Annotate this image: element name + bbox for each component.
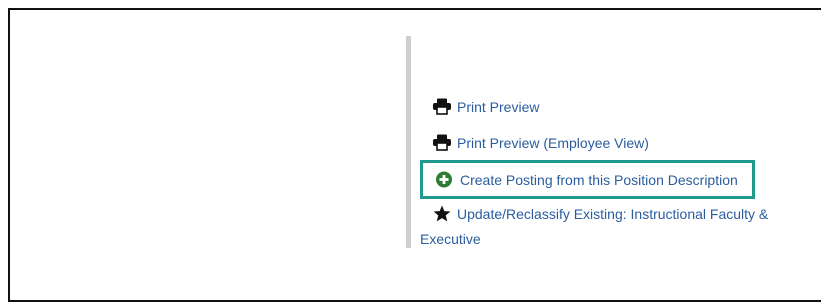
plus-circle-icon — [435, 171, 455, 188]
print-preview-link[interactable]: Print Preview — [432, 98, 539, 115]
printer-icon — [432, 134, 452, 151]
sidebar-divider — [406, 36, 411, 248]
create-posting-link[interactable]: Create Posting from this Position Descri… — [420, 160, 755, 199]
printer-icon — [432, 98, 452, 115]
page-frame — [8, 8, 821, 302]
print-preview-employee-label: Print Preview (Employee View) — [457, 135, 649, 151]
print-preview-label: Print Preview — [457, 99, 540, 115]
update-reclassify-link[interactable]: Update/Reclassify Existing: Instructiona… — [420, 202, 815, 252]
create-posting-label: Create Posting from this Position Descri… — [460, 172, 738, 188]
print-preview-employee-link[interactable]: Print Preview (Employee View) — [432, 134, 649, 151]
star-icon — [432, 205, 452, 222]
update-reclassify-label: Update/Reclassify Existing: Instructiona… — [420, 206, 769, 247]
